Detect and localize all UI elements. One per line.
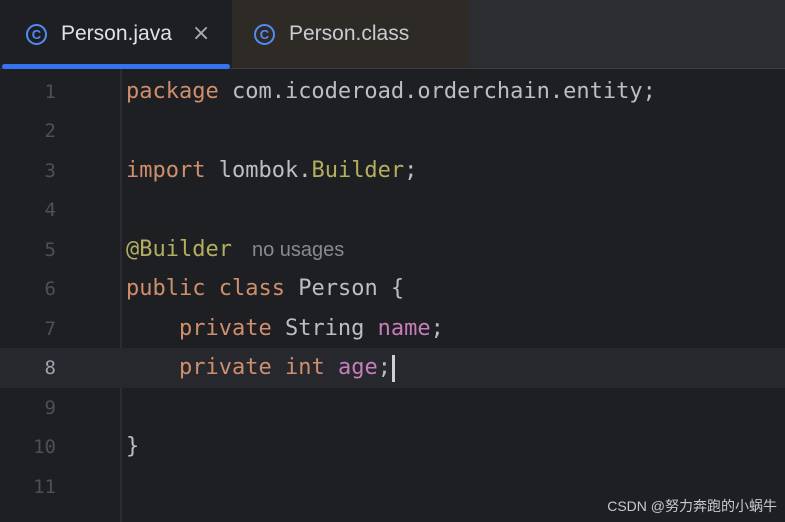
editor-tab-bar: C Person.java × C Person.class	[0, 0, 785, 69]
code-line[interactable]: 10 }	[0, 427, 785, 467]
line-number: 9	[44, 397, 56, 419]
tab-person-class[interactable]: C Person.class	[232, 0, 469, 68]
code-text: package com.icoderoad.orderchain.entity;	[126, 72, 656, 112]
code-line[interactable]: 6 public class Person {	[0, 269, 785, 309]
field-name: name	[377, 316, 431, 341]
semicolon: ;	[430, 316, 444, 341]
code-line[interactable]: 2	[0, 111, 785, 151]
line-number: 1	[44, 81, 56, 103]
class-icon: C	[254, 23, 275, 45]
class-declaration: Person {	[284, 276, 405, 301]
code-text: }	[126, 427, 139, 467]
line-number: 4	[44, 199, 56, 221]
code-line[interactable]: 7 private String name;	[0, 309, 785, 349]
package-name: com.icoderoad.orderchain.entity;	[218, 79, 656, 104]
keyword: package	[126, 79, 219, 104]
code-text: import lombok.Builder;	[126, 151, 417, 191]
current-code-line[interactable]: 8 private int age;	[0, 348, 785, 388]
watermark: CSDN @努力奔跑的小蜗牛	[607, 498, 777, 514]
line-number: 2	[44, 120, 56, 142]
semicolon: ;	[377, 355, 391, 380]
annotation: @Builder	[126, 237, 232, 262]
class-icon: C	[26, 23, 47, 45]
code-text: @Builder no usages	[126, 230, 344, 270]
line-number: 8	[44, 357, 56, 379]
field-name: age	[337, 355, 378, 380]
closing-brace: }	[126, 434, 140, 459]
tab-label: Person.class	[289, 22, 410, 45]
code-line[interactable]: 9	[0, 388, 785, 428]
tab-person-java[interactable]: C Person.java ×	[0, 0, 232, 69]
code-line[interactable]: 3 import lombok.Builder;	[0, 151, 785, 191]
code-editor[interactable]: 1 package com.icoderoad.orderchain.entit…	[0, 69, 785, 522]
tab-label: Person.java	[61, 22, 172, 45]
code-line[interactable]: 4	[0, 190, 785, 230]
keyword: private	[178, 316, 272, 341]
keyword: int	[284, 355, 325, 380]
keyword: import	[126, 158, 206, 183]
code-text: public class Person {	[126, 269, 404, 309]
code-line[interactable]: 1 package com.icoderoad.orderchain.entit…	[0, 72, 785, 112]
import-class: Builder	[311, 158, 405, 183]
code-line[interactable]: 5 @Builder no usages	[0, 230, 785, 270]
type-name: String	[271, 316, 378, 341]
line-number: 10	[33, 436, 56, 458]
text-caret	[391, 354, 395, 382]
line-number: 5	[44, 239, 56, 261]
semicolon: ;	[404, 158, 418, 183]
usages-hint[interactable]: no usages	[252, 239, 344, 261]
keyword: public	[126, 276, 206, 301]
line-number: 3	[44, 160, 56, 182]
keyword: private	[178, 355, 272, 380]
line-number: 7	[44, 318, 56, 340]
line-number: 11	[33, 476, 56, 498]
import-path: lombok.	[205, 158, 312, 183]
code-text: private int age;	[126, 348, 395, 388]
line-number: 6	[44, 278, 56, 300]
code-text: private String name;	[126, 309, 444, 349]
close-icon[interactable]: ×	[192, 23, 210, 45]
keyword: class	[218, 276, 285, 301]
